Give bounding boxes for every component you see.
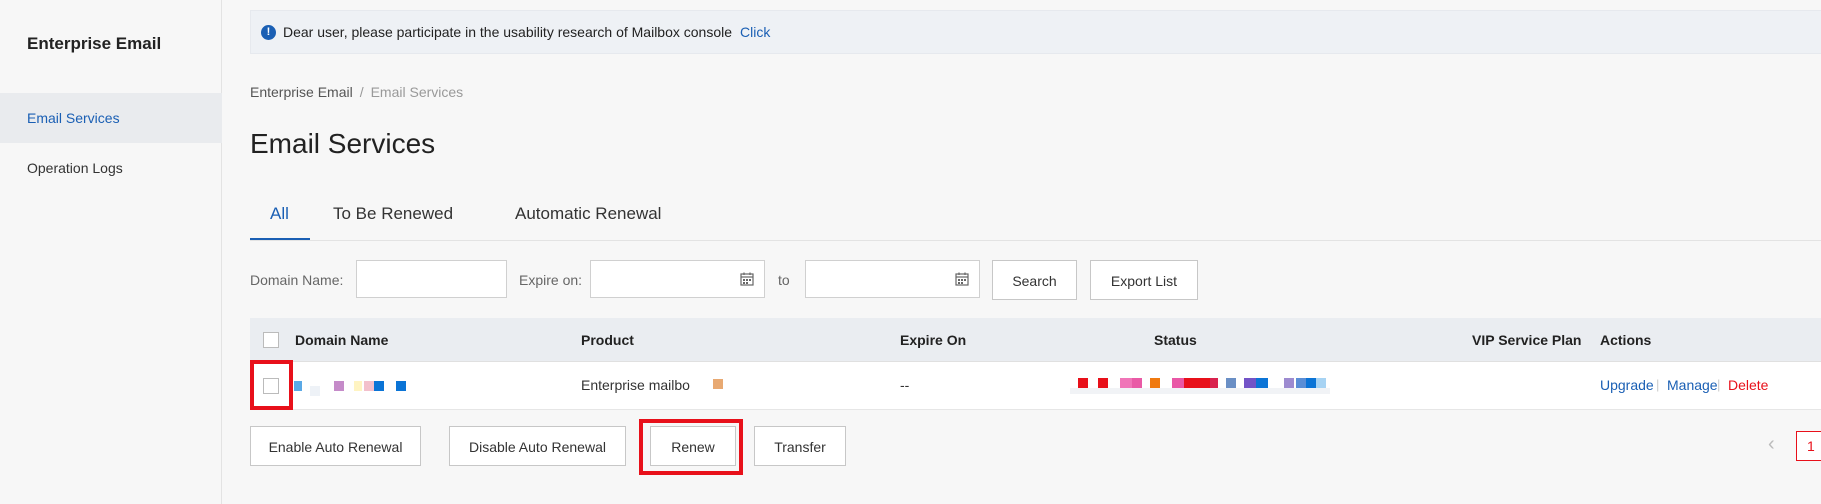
product-cell: Enterprise mailbo [581, 377, 690, 393]
app: Enterprise Email Email Services Operatio… [0, 0, 1821, 504]
redacted-block [1184, 378, 1210, 388]
tab-to-be-renewed[interactable]: To Be Renewed [333, 198, 453, 240]
notice-text: Dear user, please participate in the usa… [283, 24, 733, 40]
sidebar: Enterprise Email Email Services Operatio… [0, 0, 222, 504]
main-content: ! Dear user, please participate in the u… [222, 0, 1821, 504]
redacted-block [364, 381, 374, 391]
redacted-block [1296, 378, 1306, 388]
redacted-block [1078, 378, 1088, 388]
redacted-block [294, 381, 302, 391]
redacted-block [1150, 378, 1160, 388]
action-separator: | [1656, 377, 1660, 392]
tab-automatic-renewal[interactable]: Automatic Renewal [515, 198, 661, 240]
calendar-icon[interactable] [740, 272, 754, 286]
notice-click-link[interactable]: Click [740, 24, 770, 40]
expire-on-label: Expire on: [519, 272, 583, 288]
breadcrumb-separator: / [359, 84, 364, 100]
tabs: All To Be Renewed Automatic Renewal [250, 198, 1821, 241]
column-header-expire-on: Expire On [900, 332, 967, 348]
select-all-checkbox[interactable] [263, 332, 279, 348]
row-checkbox[interactable] [263, 378, 279, 394]
sidebar-item-email-services[interactable]: Email Services [0, 93, 222, 143]
domain-name-input[interactable] [356, 260, 507, 298]
redacted-block [1120, 378, 1132, 388]
to-label: to [778, 272, 790, 288]
tab-all[interactable]: All [250, 198, 310, 240]
redacted-block [1306, 378, 1316, 388]
delete-link[interactable]: Delete [1728, 377, 1768, 393]
expire-from-date-input[interactable] [590, 260, 765, 298]
export-list-button[interactable]: Export List [1090, 260, 1198, 300]
sidebar-title: Enterprise Email [27, 34, 162, 53]
redacted-block [1316, 378, 1326, 388]
transfer-button[interactable]: Transfer [754, 426, 846, 466]
redacted-block [1244, 378, 1256, 388]
redacted-block [374, 381, 384, 391]
redacted-block [1098, 378, 1108, 388]
calendar-icon[interactable] [955, 272, 969, 286]
column-header-product: Product [581, 332, 634, 348]
breadcrumb: Enterprise Email / Email Services [250, 84, 463, 100]
redacted-block [334, 381, 344, 391]
domain-name-label: Domain Name: [250, 272, 344, 288]
table-row: Enterprise mailbo -- Upgrade | Manage | … [250, 362, 1821, 410]
redacted-block [1070, 388, 1330, 394]
search-button[interactable]: Search [992, 260, 1077, 300]
redacted-block [713, 379, 723, 389]
info-icon: ! [261, 24, 276, 40]
redacted-block [1172, 378, 1184, 388]
disable-auto-renewal-button[interactable]: Disable Auto Renewal [449, 426, 626, 466]
redacted-block [1284, 378, 1294, 388]
column-header-vip-service-plan: VIP Service Plan [1472, 332, 1582, 348]
breadcrumb-root[interactable]: Enterprise Email [250, 84, 353, 100]
redacted-block [354, 381, 362, 391]
page-title: Email Services [250, 128, 436, 159]
redacted-block [1256, 378, 1268, 388]
redacted-block [1132, 378, 1142, 388]
column-header-status: Status [1154, 332, 1197, 348]
column-header-domain-name: Domain Name [295, 332, 389, 348]
table-header: Domain Name Product Expire On Status VIP… [250, 318, 1821, 362]
action-separator: | [1717, 377, 1721, 392]
notice-banner: ! Dear user, please participate in the u… [250, 10, 1821, 54]
column-header-actions: Actions [1600, 332, 1652, 348]
pagination-prev-icon[interactable]: ‹ [1768, 433, 1775, 456]
renew-button[interactable]: Renew [650, 426, 736, 466]
manage-link[interactable]: Manage [1667, 377, 1718, 393]
expire-on-cell: -- [900, 377, 910, 393]
redacted-block [310, 386, 320, 396]
enable-auto-renewal-button[interactable]: Enable Auto Renewal [250, 426, 421, 466]
upgrade-link[interactable]: Upgrade [1600, 377, 1654, 393]
breadcrumb-current: Email Services [370, 84, 464, 100]
expire-to-date-input[interactable] [805, 260, 980, 298]
pagination-current-page[interactable]: 1 [1796, 431, 1821, 461]
redacted-block [396, 381, 406, 391]
redacted-block [1210, 378, 1218, 388]
sidebar-item-operation-logs[interactable]: Operation Logs [0, 143, 222, 193]
redacted-block [1226, 378, 1236, 388]
